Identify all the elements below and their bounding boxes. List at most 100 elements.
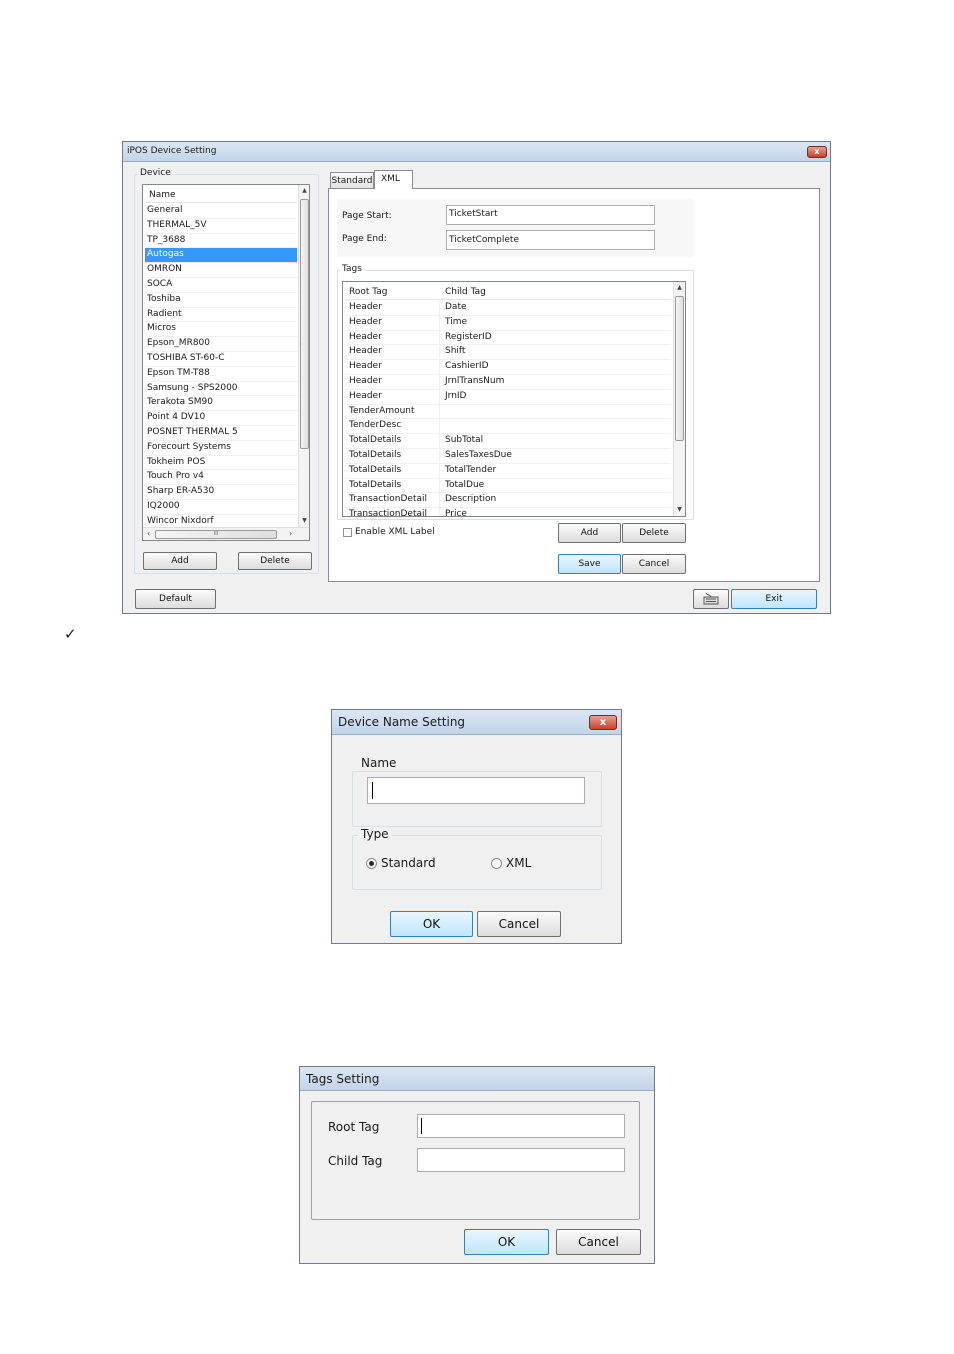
root-tag-cell: Header: [349, 346, 382, 357]
scroll-right-icon[interactable]: ›: [289, 529, 292, 538]
device-list-vscrollbar[interactable]: ▲ ▼: [298, 185, 309, 527]
device-list-hscrollbar[interactable]: ‹ III ›: [143, 527, 309, 540]
scroll-down-icon[interactable]: ▼: [299, 517, 309, 524]
column-divider: [439, 463, 440, 478]
list-item[interactable]: Sharp ER-A530: [145, 485, 297, 500]
save-button[interactable]: Save: [558, 554, 621, 574]
column-divider: [439, 419, 440, 434]
add-device-button[interactable]: Add: [143, 552, 217, 570]
tab-xml[interactable]: XML: [374, 170, 413, 189]
root-tag-cell: TotalDetails: [349, 435, 402, 446]
page-start-input[interactable]: TicketStart: [446, 205, 655, 225]
ok-button[interactable]: OK: [464, 1229, 549, 1255]
cancel-button[interactable]: Cancel: [556, 1229, 641, 1255]
child-tag-label: Child Tag: [328, 1154, 383, 1168]
list-item[interactable]: Epson TM-T88: [145, 367, 297, 382]
list-item[interactable]: TP_3688: [145, 234, 297, 249]
list-item[interactable]: POSNET THERMAL 5: [145, 426, 297, 441]
list-item[interactable]: SOCA: [145, 278, 297, 293]
device-name: Toshiba: [147, 293, 181, 304]
table-row[interactable]: TotalDetails TotalDue: [345, 478, 671, 494]
device-name-input[interactable]: [367, 777, 585, 804]
cancel-button[interactable]: Cancel: [477, 911, 561, 937]
scroll-left-icon[interactable]: ‹: [147, 529, 150, 538]
close-icon: x: [599, 717, 607, 728]
page-end-input[interactable]: TicketComplete: [446, 230, 655, 250]
page-start-label: Page Start:: [342, 211, 392, 221]
device-name: Autogas: [147, 249, 184, 260]
radio-selected-dot: [369, 861, 374, 866]
scroll-up-icon[interactable]: ▲: [674, 284, 685, 291]
scroll-down-icon[interactable]: ▼: [674, 506, 685, 513]
list-item[interactable]: THERMAL_5V: [145, 219, 297, 234]
list-item[interactable]: TOSHIBA ST-60-C: [145, 352, 297, 367]
device-name: Terakota SM90: [147, 397, 213, 408]
list-item[interactable]: OMRON: [145, 263, 297, 278]
list-item[interactable]: Autogas: [145, 248, 297, 264]
grip-icon: III: [213, 531, 219, 537]
table-row[interactable]: TotalDetails SubTotal: [345, 434, 671, 449]
enable-xml-label-checkbox[interactable]: [343, 528, 352, 537]
close-button[interactable]: x: [807, 146, 827, 158]
cancel-button[interactable]: Cancel: [622, 554, 686, 574]
table-row[interactable]: Header JrnlTransNum: [345, 375, 671, 390]
radio-xml-label[interactable]: XML: [506, 856, 531, 870]
list-item[interactable]: IQ2000: [145, 500, 297, 515]
ok-button[interactable]: OK: [390, 911, 473, 937]
device-name: Radient: [147, 308, 182, 319]
keyboard-button[interactable]: [693, 589, 729, 609]
device-name: TP_3688: [147, 234, 186, 245]
child-tag-input[interactable]: [417, 1148, 625, 1172]
table-row[interactable]: Header Time: [345, 315, 671, 331]
table-row[interactable]: Header RegisterID: [345, 330, 671, 346]
table-row[interactable]: TenderAmount: [345, 404, 671, 420]
device-setting-window: iPOS Device Setting x Device Name Genera…: [122, 141, 831, 614]
list-item[interactable]: Tokheim POS: [145, 456, 297, 471]
root-tag-cell: TenderDesc: [349, 420, 402, 431]
list-item[interactable]: Micros: [145, 322, 297, 338]
list-item[interactable]: Toshiba: [145, 293, 297, 308]
default-button[interactable]: Default: [135, 589, 216, 609]
radio-standard-label[interactable]: Standard: [381, 856, 436, 870]
tab-standard[interactable]: Standard: [330, 172, 374, 188]
table-row[interactable]: TransactionDetail Description: [345, 493, 671, 509]
table-row[interactable]: Header Shift: [345, 345, 671, 361]
list-item[interactable]: General: [145, 204, 297, 219]
table-row[interactable]: Header JrnID: [345, 389, 671, 405]
root-tag-input[interactable]: [417, 1114, 625, 1138]
tags-list[interactable]: Root Tag Child Tag Header Date Header Time H…: [342, 281, 686, 517]
list-item[interactable]: Terakota SM90: [145, 396, 297, 412]
delete-device-button[interactable]: Delete: [238, 552, 312, 570]
radio-standard[interactable]: [366, 858, 377, 869]
list-item[interactable]: Epson_MR800: [145, 337, 297, 352]
list-item[interactable]: Radient: [145, 308, 297, 323]
add-tag-button[interactable]: Add: [558, 523, 621, 543]
hscroll-thumb[interactable]: III: [155, 530, 277, 539]
tags-list-vscrollbar[interactable]: ▲ ▼: [673, 282, 685, 516]
device-name: Tokheim POS: [147, 456, 206, 467]
delete-tag-button[interactable]: Delete: [622, 523, 686, 543]
scroll-up-icon[interactable]: ▲: [299, 187, 309, 194]
enable-xml-label-text: Enable XML Label: [355, 527, 435, 537]
device-list[interactable]: Name General THERMAL_5V TP_3688 Autogas OMRO…: [142, 184, 310, 541]
scroll-thumb[interactable]: [675, 296, 684, 441]
table-row[interactable]: TotalDetails SalesTaxesDue: [345, 449, 671, 464]
radio-xml[interactable]: [491, 858, 502, 869]
table-row[interactable]: TenderDesc: [345, 419, 671, 435]
cancel-label: Cancel: [498, 917, 540, 931]
column-divider: [439, 404, 440, 419]
close-button[interactable]: x: [589, 715, 617, 730]
table-row[interactable]: TransactionDetail Price: [345, 508, 671, 516]
list-item[interactable]: Point 4 DV10: [145, 411, 297, 426]
scroll-thumb[interactable]: [300, 199, 309, 449]
table-row[interactable]: TotalDetails TotalTender: [345, 463, 671, 479]
list-item[interactable]: Touch Pro v4: [145, 470, 297, 486]
child-tag-cell: JrnlTransNum: [445, 376, 505, 386]
root-tag-cell: TotalDetails: [349, 450, 402, 460]
table-row[interactable]: Header CashierID: [345, 360, 671, 375]
table-row[interactable]: Header Date: [345, 301, 671, 316]
list-item[interactable]: Samsung - SPS2000: [145, 382, 297, 397]
child-tag-cell: Description: [445, 494, 497, 505]
list-item[interactable]: Forecourt Systems: [145, 441, 297, 456]
exit-button[interactable]: Exit: [731, 589, 817, 609]
